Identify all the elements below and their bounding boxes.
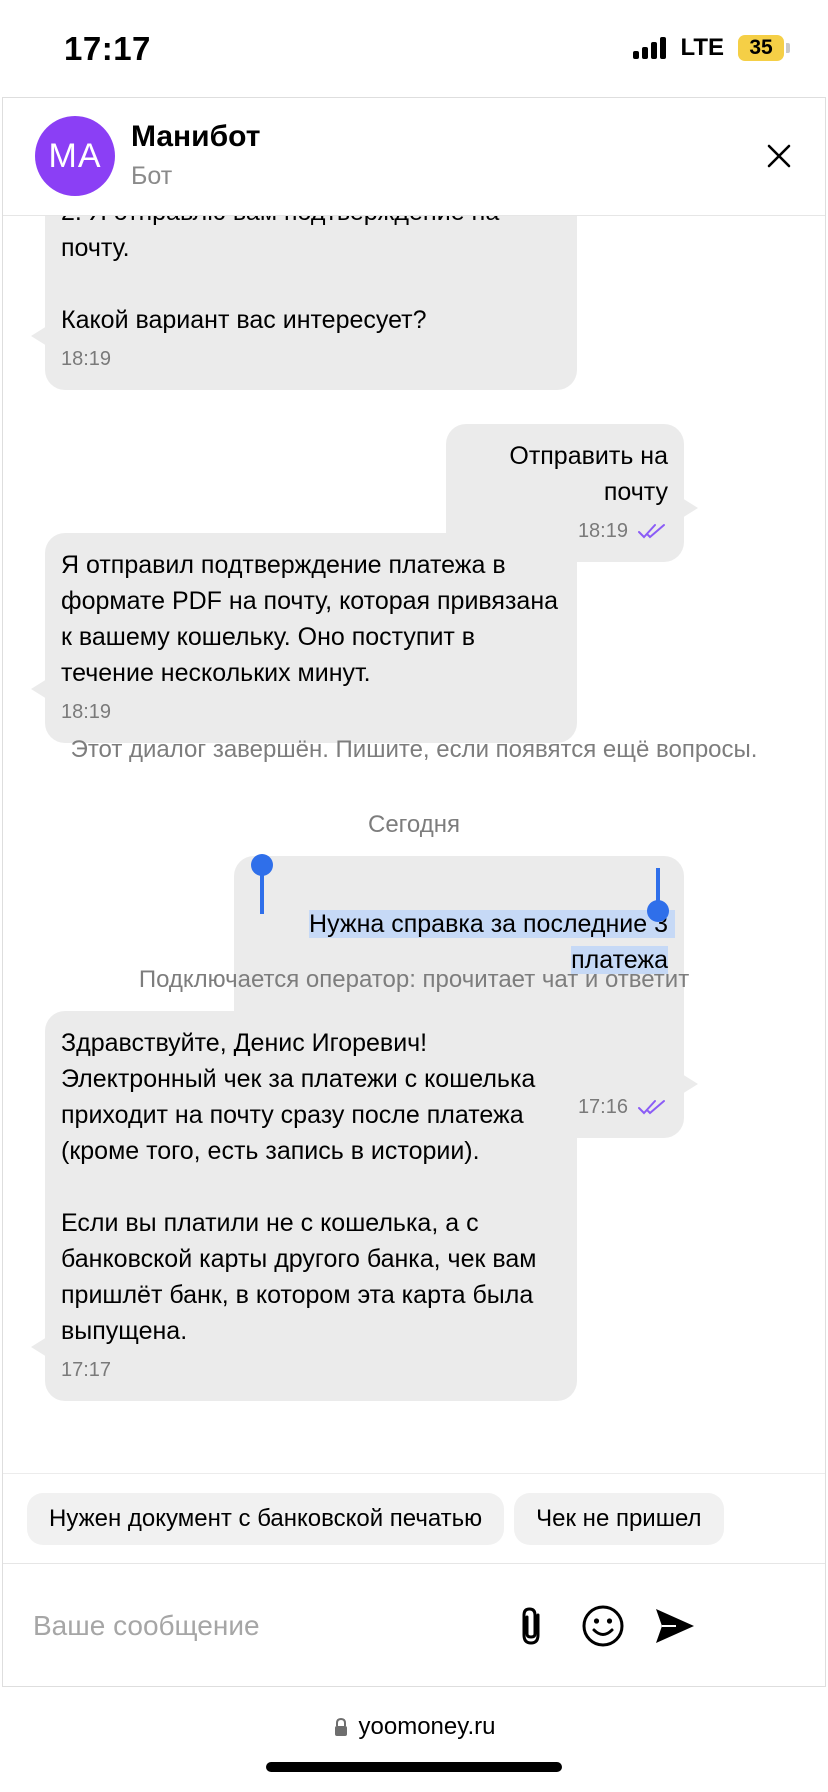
avatar: MA	[35, 116, 115, 196]
url-text: yoomoney.ru	[358, 1713, 496, 1740]
message-time: 18:19	[61, 701, 112, 723]
message-text: 2. Я отправлю вам подтверждение на почту…	[61, 216, 499, 334]
quick-replies: Нужен документ с банковской печатью Чек …	[3, 1473, 825, 1563]
send-button[interactable]	[651, 1602, 699, 1650]
system-note: Подключается оператор: прочитает чат и о…	[138, 966, 690, 993]
battery-icon: 35	[738, 35, 790, 61]
home-indicator[interactable]	[266, 1762, 562, 1772]
message-text: Здравствуйте, Денис Игоревич! Электронны…	[61, 1029, 537, 1345]
emoji-icon	[582, 1605, 624, 1647]
read-check-icon	[638, 1100, 665, 1115]
system-note: Этот диалог завершён. Пишите, если появя…	[70, 736, 758, 763]
message-incoming[interactable]: Я отправил подтверждение платежа в форма…	[31, 533, 577, 743]
quick-reply-bank-stamp[interactable]: Нужен документ с банковской печатью	[27, 1492, 505, 1545]
message-list[interactable]: 2. Я отправлю вам подтверждение на почту…	[3, 216, 825, 1473]
message-input[interactable]	[33, 1598, 573, 1654]
message-text: Я отправил подтверждение платежа в форма…	[61, 551, 565, 687]
bot-role: Бот	[131, 162, 173, 190]
message-incoming[interactable]: Здравствуйте, Денис Игоревич! Электронны…	[31, 1011, 577, 1401]
message-time: 18:19	[577, 520, 628, 542]
message-time: 17:16	[577, 1096, 628, 1118]
read-check-icon	[638, 524, 665, 539]
chat-header: MA Манибот Бот	[3, 98, 825, 216]
close-button[interactable]	[755, 132, 803, 180]
battery-level: 35	[738, 35, 784, 61]
status-time: 17:17	[64, 30, 151, 67]
lock-icon	[334, 1717, 347, 1736]
status-indicators: LTE 35	[633, 34, 790, 62]
message-time: 17:17	[61, 1359, 112, 1381]
date-divider: Сегодня	[368, 811, 460, 838]
quick-reply-no-receipt[interactable]: Чек не пришел	[514, 1492, 724, 1545]
browser-url-bar[interactable]: yoomoney.ru	[0, 1700, 828, 1754]
bot-name: Манибот	[131, 120, 261, 153]
paperclip-icon	[522, 1607, 540, 1645]
message-composer	[3, 1563, 825, 1686]
send-icon	[656, 1609, 694, 1643]
selection-end-handle[interactable]	[647, 868, 669, 922]
selection-start-handle[interactable]	[251, 854, 273, 914]
network-type: LTE	[680, 34, 724, 61]
attach-button[interactable]	[509, 1602, 557, 1650]
signal-icon	[633, 37, 667, 59]
message-time: 18:19	[61, 348, 112, 370]
close-icon	[767, 144, 791, 168]
chat-window: MA Манибот Бот 2. Я отправлю вам подтвер…	[2, 97, 826, 1687]
status-bar: 17:17 LTE 35	[0, 0, 828, 96]
emoji-button[interactable]	[579, 1602, 627, 1650]
message-text: Отправить на почту	[509, 442, 675, 506]
message-incoming[interactable]: 2. Я отправлю вам подтверждение на почту…	[31, 216, 577, 390]
